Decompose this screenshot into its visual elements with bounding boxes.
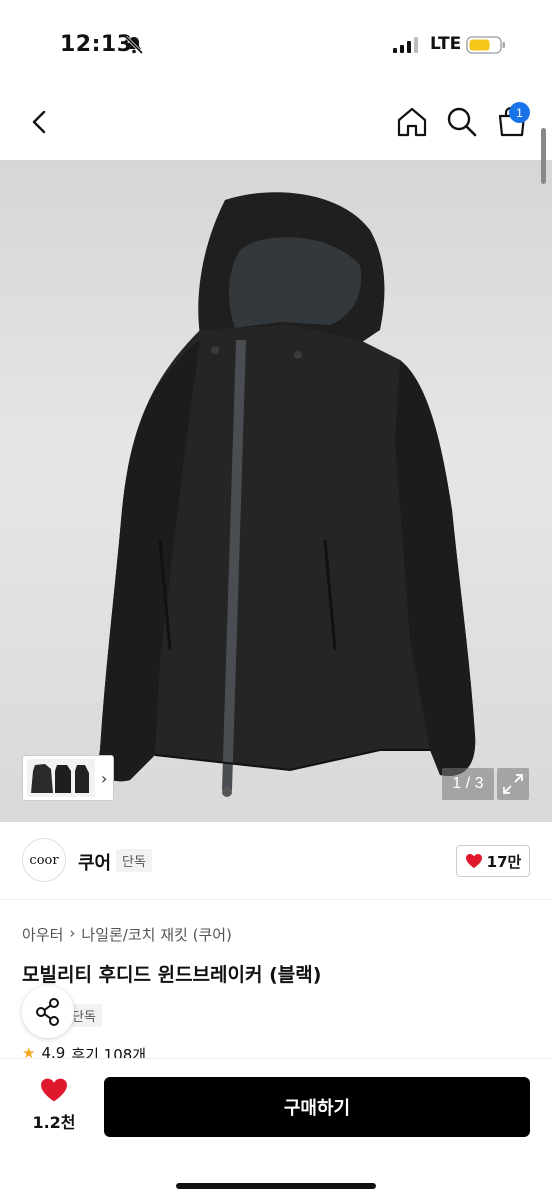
breadcrumb-separator: › — [69, 924, 76, 942]
signal-icon — [393, 37, 418, 53]
wishlist-button[interactable]: 1.2천 — [24, 1077, 84, 1141]
battery-icon — [466, 36, 505, 54]
bottom-action-bar: 1.2천 구매하기 — [0, 1058, 552, 1200]
share-button[interactable] — [22, 986, 74, 1038]
product-photo — [99, 192, 476, 797]
scrollbar-thumb[interactable] — [541, 128, 546, 184]
wishlist-count: 1.2천 — [32, 1113, 76, 1132]
network-type: LTE — [430, 34, 462, 54]
rating-value: 4.9 — [41, 1044, 66, 1058]
image-counter: 1 / 3 — [442, 768, 494, 800]
product-image-gallery[interactable]: › 1 / 3 — [0, 160, 552, 822]
breadcrumb-item[interactable]: 나일론/코치 재킷 (쿠어) — [81, 924, 232, 945]
product-title: 모빌리티 후디드 윈드브레이커 (블랙) — [22, 964, 322, 986]
home-icon[interactable] — [394, 104, 430, 140]
thumbnail-next-icon: › — [101, 768, 108, 788]
brand-like-button[interactable]: 17만 — [456, 845, 530, 877]
status-time: 12:13 — [60, 32, 133, 57]
app-header: 1 — [0, 90, 552, 160]
review-count: 후기 108개 — [71, 1046, 147, 1058]
brand-logo[interactable]: coor — [22, 838, 66, 882]
bell-off-icon — [124, 35, 144, 55]
breadcrumb-item[interactable]: 아우터 — [22, 924, 63, 945]
cart-count-badge: 1 — [509, 102, 530, 123]
home-indicator — [176, 1183, 376, 1189]
breadcrumb: 아우터 › 나일론/코치 재킷 (쿠어) — [22, 924, 232, 945]
brand-like-count: 17만 — [486, 852, 522, 871]
search-icon[interactable] — [444, 104, 480, 140]
thumbnail-strip[interactable]: › — [22, 755, 114, 801]
back-arrow-icon[interactable] — [24, 106, 56, 138]
brand-row: coor 쿠어 단독 17만 — [0, 822, 552, 900]
rating-row[interactable]: ★ 4.9 후기 108개 — [22, 1044, 146, 1058]
buy-button[interactable]: 구매하기 — [104, 1077, 530, 1137]
heart-icon — [465, 854, 482, 868]
star-icon: ★ — [22, 1044, 36, 1058]
share-icon — [36, 998, 59, 1026]
thumbnail-image — [27, 759, 95, 797]
heart-icon — [41, 1078, 67, 1102]
brand-exclusive-badge: 단독 — [116, 849, 152, 872]
brand-name[interactable]: 쿠어 — [78, 849, 111, 875]
expand-icon[interactable] — [497, 768, 529, 800]
status-bar: 12:13 LTE — [0, 0, 552, 90]
